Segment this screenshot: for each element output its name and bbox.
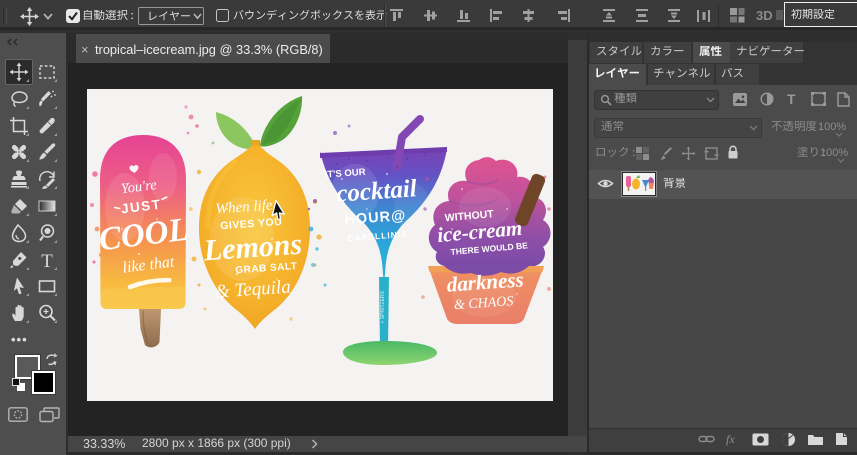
svg-text:T: T (41, 251, 53, 271)
svg-text:cocktail: cocktail (335, 175, 417, 208)
svg-text:+ SPRITZERS: + SPRITZERS (380, 290, 386, 323)
